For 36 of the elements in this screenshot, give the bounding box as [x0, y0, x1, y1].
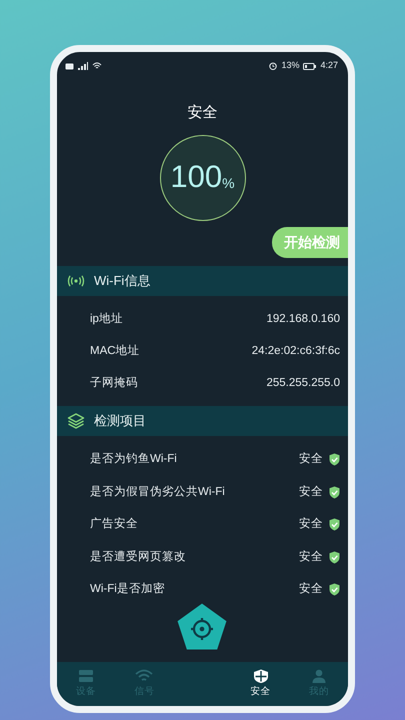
person-icon	[310, 668, 328, 684]
battery-percentage: 13%	[281, 59, 300, 72]
sim-icon	[65, 62, 74, 70]
info-label: MAC地址	[90, 344, 140, 359]
info-value: 24:2e:02:c6:3f:6c	[252, 344, 340, 359]
nav-tab[interactable]: 安全	[232, 668, 290, 700]
info-value: 255.255.255.0	[266, 376, 340, 391]
check-label: 广告安全	[90, 516, 138, 532]
battery-icon	[303, 62, 316, 70]
check-label: 是否遭受网页篡改	[90, 549, 186, 565]
scan-target-button[interactable]	[176, 602, 228, 652]
check-result: 安全	[299, 550, 323, 565]
check-result: 安全	[299, 582, 323, 598]
shield-icon	[252, 668, 270, 684]
signal-icon	[78, 62, 88, 70]
section-title: Wi-Fi信息	[94, 272, 150, 290]
info-label: 子网掩码	[90, 376, 138, 391]
device-icon	[77, 668, 96, 684]
info-value: 192.168.0.160	[266, 312, 340, 327]
start-scan-button[interactable]: 开始检测	[272, 226, 348, 258]
wifi-icon	[92, 62, 102, 70]
check-result: 安全	[299, 484, 323, 500]
alarm-icon	[269, 62, 278, 70]
status-title: 安全	[186, 103, 218, 123]
check-result: 安全	[299, 452, 323, 468]
score-value: 100	[170, 158, 222, 196]
check-label: Wi-Fi是否加密	[90, 581, 165, 598]
wifi-signal-icon	[67, 274, 85, 286]
layers-icon	[67, 412, 85, 428]
score-unit: %	[222, 174, 235, 193]
check-label: 是否为假冒伪劣公共Wi-Fi	[90, 484, 225, 500]
info-label: ip地址	[90, 312, 123, 327]
check-label: 是否为钓鱼Wi-Fi	[90, 452, 177, 468]
section-title: 检测项目	[94, 412, 146, 430]
check-result: 安全	[299, 516, 323, 532]
clock-time: 4:27	[320, 59, 338, 72]
